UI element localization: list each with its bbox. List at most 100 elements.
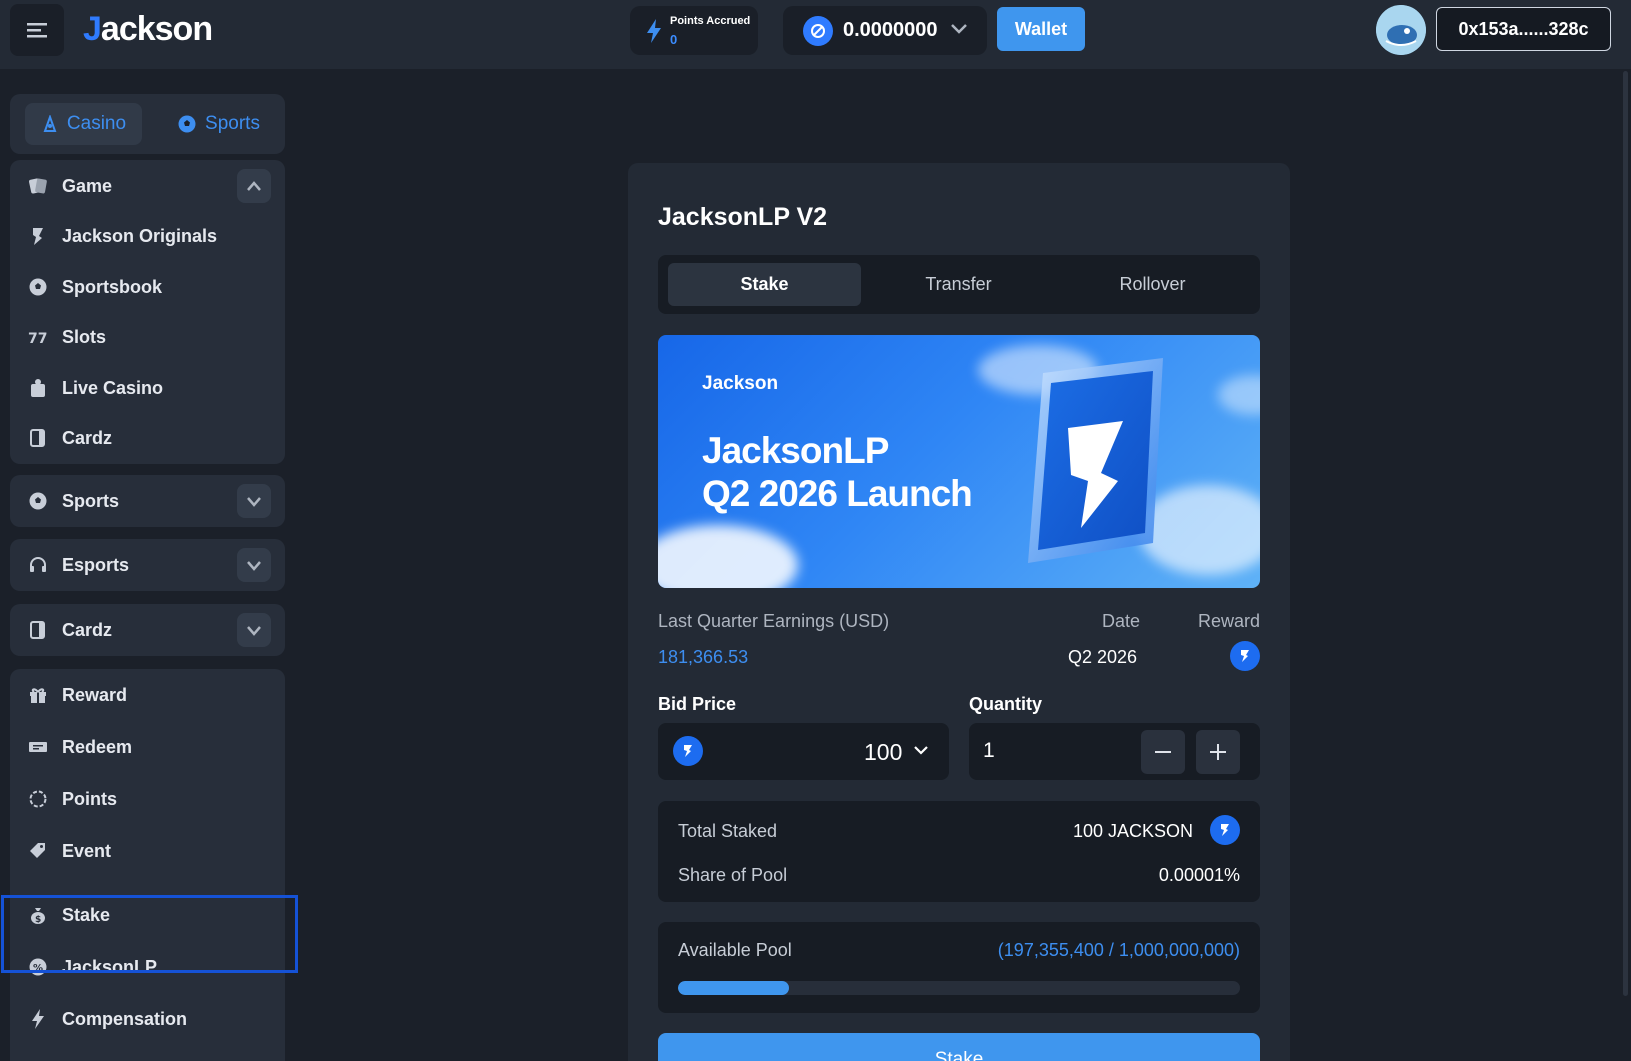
card-title: JacksonLP V2	[658, 203, 828, 231]
chevron-down-icon	[247, 561, 261, 571]
stake-summary: Total Staked 100 JACKSON Share of Pool 0…	[658, 801, 1260, 902]
sidebar-item-event[interactable]: Event	[10, 825, 285, 877]
jackson-logo-icon	[28, 226, 48, 246]
chevron-up-icon	[247, 181, 261, 191]
user-avatar[interactable]	[1376, 5, 1426, 55]
expand-esports-button[interactable]	[237, 548, 271, 582]
pool-progress-fill	[678, 981, 789, 995]
hamburger-icon	[27, 23, 47, 38]
date-value: Q2 2026	[1068, 647, 1138, 667]
jackson-token-icon	[1210, 815, 1240, 845]
decrement-button[interactable]	[1141, 730, 1185, 774]
points-value: 0	[670, 32, 678, 47]
sidebar-item-cardz[interactable]: Cardz	[10, 412, 285, 464]
share-of-pool-label: Share of Pool	[678, 865, 788, 885]
sidebar-item-label: Cardz	[62, 619, 113, 640]
headset-icon	[28, 555, 48, 575]
sidebar-item-slots[interactable]: 777 Slots	[10, 311, 285, 363]
points-label: Points Accrued	[670, 15, 751, 27]
token-coin-icon	[803, 16, 833, 46]
soccer-ball-icon	[178, 115, 196, 133]
card-icon	[28, 428, 48, 448]
reward-label: Reward	[1198, 611, 1261, 631]
sidebar-item-points[interactable]: Points	[10, 773, 285, 825]
tab-transfer[interactable]: Transfer	[862, 263, 1055, 306]
soccer-ball-icon	[28, 277, 48, 297]
scrollbar-thumb[interactable]	[1623, 71, 1628, 996]
sidebar-item-label: Live Casino	[62, 377, 164, 398]
toggle-sports-label: Sports	[205, 113, 260, 134]
stake-button[interactable]: Stake	[658, 1033, 1260, 1061]
sidebar-item-compensation[interactable]: Compensation	[10, 993, 285, 1045]
earnings-value: 181,366.53	[658, 647, 749, 667]
increment-button[interactable]	[1196, 730, 1240, 774]
quantity-label: Quantity	[969, 694, 1043, 714]
sidebar-item-label: Redeem	[62, 736, 133, 757]
gift-icon	[28, 685, 48, 705]
plus-icon	[1210, 744, 1226, 760]
sidebar-item-jackson-originals[interactable]: Jackson Originals	[10, 210, 285, 262]
sidebar-item-live-casino[interactable]: Live Casino	[10, 362, 285, 414]
page-scrollbar[interactable]	[1620, 69, 1631, 1061]
sidebar-item-label: Compensation	[62, 1008, 188, 1029]
collapse-game-button[interactable]	[237, 169, 271, 203]
staking-tabs: Stake Transfer Rollover	[658, 255, 1260, 314]
available-pool-label: Available Pool	[678, 940, 792, 960]
reward-token-icon	[1230, 641, 1260, 671]
points-accrued-widget[interactable]: Points Accrued 0	[630, 6, 758, 55]
sidebar-item-label: Reward	[62, 684, 128, 705]
quantity-stepper: 1	[969, 723, 1260, 780]
tab-stake[interactable]: Stake	[668, 263, 861, 306]
top-bar: Jackson Points Accrued 0 0.0000000 Walle…	[0, 0, 1631, 69]
casino-icon	[43, 115, 57, 132]
chevron-down-icon	[914, 746, 928, 755]
toggle-casino[interactable]: Casino	[25, 103, 142, 145]
toggle-sports[interactable]: Sports	[160, 103, 277, 145]
sidebar-item-label: Sportsbook	[62, 276, 163, 297]
tab-rollover[interactable]: Rollover	[1056, 263, 1249, 306]
sidebar-item-esports[interactable]: Esports	[10, 539, 285, 591]
casino-sports-toggle: Casino Sports	[10, 94, 285, 154]
sidebar-item-label: Jackson Originals	[62, 225, 218, 246]
chevron-down-icon	[951, 24, 967, 34]
menu-toggle-button[interactable]	[10, 4, 64, 56]
sidebar-item-game[interactable]: Game	[10, 160, 285, 212]
sidebar-item-redeem[interactable]: Redeem	[10, 721, 285, 773]
promo-banner: Jackson JacksonLP Q2 2026 Launch	[658, 335, 1260, 588]
quantity-input[interactable]: 1	[983, 739, 995, 763]
date-label: Date	[1102, 611, 1141, 631]
balance-dropdown[interactable]: 0.0000000	[783, 6, 987, 55]
sidebar-item-sportsbook[interactable]: Sportsbook	[10, 261, 285, 313]
wallet-button[interactable]: Wallet	[997, 7, 1085, 51]
dealer-icon	[28, 378, 48, 398]
sidebar-item-label: Points	[62, 788, 118, 809]
chevron-down-icon	[247, 497, 261, 507]
available-pool: Available Pool (197,355,400 / 1,000,000,…	[658, 922, 1260, 1013]
wallet-address[interactable]: 0x153a......328c	[1436, 7, 1611, 51]
chevron-down-icon	[247, 626, 261, 636]
svg-text:777: 777	[28, 331, 48, 345]
sports-group: Sports	[10, 475, 285, 527]
bid-price-value: 100	[864, 739, 903, 765]
jackson-token-icon	[673, 736, 703, 766]
badge-icon	[28, 789, 48, 809]
sidebar-item-reward[interactable]: Reward	[10, 669, 285, 721]
sidebar-item-cardz-group[interactable]: Cardz	[10, 604, 285, 656]
ticket-icon	[28, 737, 48, 757]
brand-logo[interactable]: Jackson	[83, 10, 213, 49]
bid-price-select[interactable]: 100	[658, 723, 949, 780]
sidebar-item-sports[interactable]: Sports	[10, 475, 285, 527]
expand-cardz-button[interactable]	[237, 613, 271, 647]
bolt-icon	[647, 19, 661, 43]
share-of-pool-value: 0.00001%	[1158, 865, 1240, 885]
balance-value: 0.0000000	[843, 19, 938, 41]
minus-icon	[1155, 751, 1171, 753]
sidebar-item-label: Game	[62, 175, 113, 196]
banner-logo: Jackson	[702, 373, 779, 394]
esports-group: Esports	[10, 539, 285, 591]
expand-sports-button[interactable]	[237, 484, 271, 518]
pool-progress-bar	[678, 981, 1240, 995]
available-pool-value: (197,355,400 / 1,000,000,000)	[997, 940, 1240, 960]
earnings-label: Last Quarter Earnings (USD)	[658, 611, 890, 631]
sidebar-item-label: Cardz	[62, 427, 113, 448]
